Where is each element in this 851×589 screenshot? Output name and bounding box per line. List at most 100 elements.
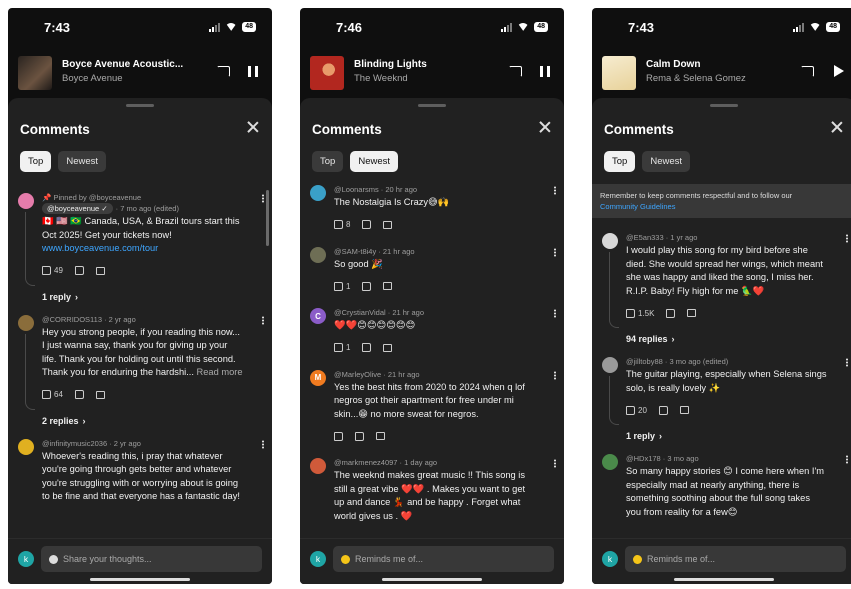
mini-player[interactable]: Calm Down Rema & Selena Gomez [592, 52, 851, 96]
thumbs-up-icon [626, 308, 635, 318]
home-indicator [382, 578, 482, 581]
more-icon[interactable] [554, 247, 556, 257]
user-avatar[interactable]: k [602, 551, 618, 567]
thumbs-down-icon [362, 281, 372, 291]
replies-link[interactable]: 1 reply › [42, 292, 250, 302]
comment-actions: 49 [42, 264, 250, 278]
thumbs-down-icon [658, 405, 668, 415]
chip-newest[interactable]: Newest [350, 151, 399, 172]
more-icon[interactable] [846, 234, 848, 243]
more-icon[interactable] [554, 186, 556, 195]
close-icon[interactable] [246, 120, 260, 134]
replies-link[interactable]: 94 replies › [626, 334, 834, 344]
reply-button[interactable] [376, 432, 385, 440]
comment-item: C @CrystianVidal · 21 hr ago ❤️❤️😊😊😊😊😊😊 … [300, 305, 564, 367]
avatar[interactable] [18, 193, 34, 209]
mini-player[interactable]: Boyce Avenue Acoustic... Boyce Avenue [8, 52, 272, 96]
author-badge[interactable]: @boyceavenue ✓ [42, 203, 113, 214]
status-time: 7:46 [336, 20, 363, 35]
like-button[interactable]: 1.5K [626, 308, 654, 318]
more-icon[interactable] [262, 194, 264, 203]
comment-meta: · 7 mo ago (edited) [115, 204, 179, 213]
chip-newest[interactable]: Newest [58, 151, 107, 172]
reply-button[interactable] [383, 343, 393, 352]
more-icon[interactable] [846, 358, 848, 367]
drag-handle[interactable] [418, 104, 446, 107]
replies-link[interactable]: 2 replies › [42, 416, 250, 426]
more-icon[interactable] [554, 370, 556, 380]
cast-icon[interactable] [801, 66, 814, 77]
dislike-button[interactable] [74, 390, 84, 399]
avatar[interactable] [310, 185, 326, 201]
drag-handle[interactable] [126, 104, 154, 107]
avatar[interactable]: C [310, 308, 326, 324]
comment-link[interactable]: www.boyceavenue.com/tour [42, 242, 250, 256]
pause-icon[interactable] [248, 66, 258, 77]
user-avatar[interactable]: k [18, 551, 34, 567]
avatar[interactable] [310, 458, 326, 474]
song-title: Boyce Avenue Acoustic... [62, 59, 184, 70]
like-button[interactable]: 64 [42, 390, 63, 399]
read-more-link[interactable]: Read more [197, 367, 243, 377]
dislike-button[interactable] [355, 431, 364, 441]
thread-line [609, 376, 619, 425]
chip-top[interactable]: Top [312, 151, 344, 172]
more-icon[interactable] [554, 459, 556, 468]
avatar[interactable] [310, 246, 326, 263]
pause-icon[interactable] [540, 66, 550, 77]
chip-top[interactable]: Top [604, 151, 636, 172]
like-button[interactable]: 1 [334, 281, 350, 291]
comment-input[interactable]: Share your thoughts... [41, 546, 262, 572]
comment-input[interactable]: Reminds me of... [625, 546, 846, 572]
community-guidelines-link[interactable]: Community Guidelines [600, 201, 848, 212]
reply-button[interactable] [383, 282, 393, 290]
close-icon[interactable] [830, 120, 844, 134]
avatar[interactable] [602, 357, 618, 373]
close-icon[interactable] [538, 120, 552, 134]
reply-button[interactable] [687, 309, 697, 317]
mini-player[interactable]: Blinding Lights The Weeknd [300, 52, 564, 96]
like-button[interactable]: 20 [626, 405, 647, 415]
avatar[interactable] [18, 438, 34, 455]
album-art [310, 56, 344, 90]
chip-newest[interactable]: Newest [642, 151, 691, 172]
comment-meta: @HDx178 · 3 mo ago [626, 454, 699, 463]
more-icon[interactable] [262, 439, 264, 449]
more-icon[interactable] [846, 455, 848, 464]
comment-text: Hey you strong people, if you reading th… [42, 326, 243, 378]
avatar[interactable] [18, 314, 34, 331]
like-button[interactable] [334, 431, 343, 441]
dislike-button[interactable] [74, 266, 84, 275]
scrollbar[interactable] [266, 190, 269, 246]
avatar[interactable]: M [310, 369, 326, 386]
comment-meta: @CrystianVidal · 21 hr ago [334, 308, 425, 317]
dislike-button[interactable] [666, 308, 676, 318]
chevron-right-icon: › [75, 291, 79, 302]
chip-top[interactable]: Top [20, 151, 52, 172]
cast-icon[interactable] [217, 66, 230, 77]
reply-button[interactable] [95, 390, 105, 399]
phone-screen-3: 7:43 48 Calm Down Rema & Selena Gomez Co… [592, 8, 851, 584]
play-icon[interactable] [834, 65, 844, 77]
more-icon[interactable] [554, 309, 556, 318]
reply-button[interactable] [679, 406, 689, 414]
reply-icon [383, 343, 393, 352]
dislike-button[interactable] [362, 220, 372, 229]
user-avatar[interactable]: k [310, 551, 326, 567]
dislike-button[interactable] [362, 281, 372, 291]
avatar[interactable] [602, 454, 618, 470]
cast-icon[interactable] [509, 66, 522, 77]
like-button[interactable]: 8 [334, 220, 350, 229]
replies-link[interactable]: 1 reply › [626, 431, 834, 441]
dislike-button[interactable] [658, 405, 668, 415]
more-icon[interactable] [262, 315, 264, 325]
reply-button[interactable] [383, 220, 393, 229]
like-button[interactable]: 49 [42, 266, 63, 275]
dislike-button[interactable] [362, 343, 372, 352]
comment-list: 📌 Pinned by @boyceavenue @boyceavenue ✓ ·… [8, 180, 272, 538]
like-button[interactable]: 1 [334, 343, 350, 352]
avatar[interactable] [602, 233, 618, 249]
reply-button[interactable] [95, 266, 105, 275]
drag-handle[interactable] [710, 104, 738, 107]
comment-input[interactable]: Reminds me of... [333, 546, 554, 572]
